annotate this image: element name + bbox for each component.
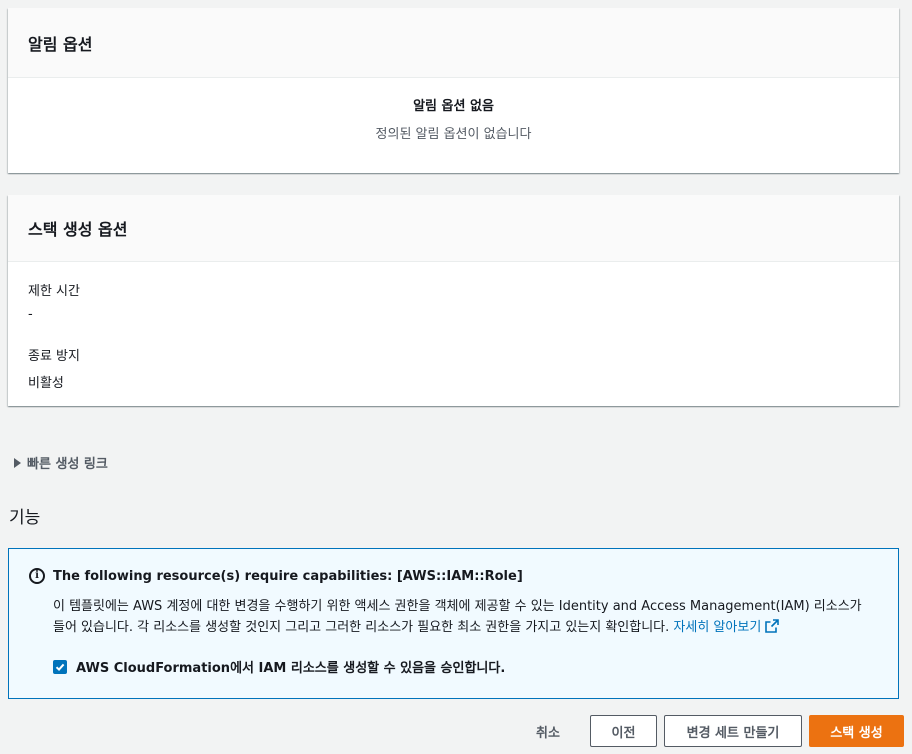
- stack-creation-options-panel: 스택 생성 옵션 제한 시간 - 종료 방지 비활성: [8, 195, 899, 406]
- stack-creation-options-title: 스택 생성 옵션: [28, 220, 128, 239]
- previous-button[interactable]: 이전: [590, 715, 657, 747]
- timeout-field: 제한 시간 -: [8, 280, 899, 322]
- notification-empty-state: 알림 옵션 없음 정의된 알림 옵션이 없습니다: [8, 78, 899, 142]
- notification-options-panel: 알림 옵션 알림 옵션 없음 정의된 알림 옵션이 없습니다: [8, 8, 899, 173]
- timeout-value: -: [28, 307, 33, 322]
- learn-more-link[interactable]: 자세히 알아보기: [673, 619, 780, 635]
- quick-create-link-label: 빠른 생성 링크: [27, 457, 108, 472]
- empty-state-description: 정의된 알림 옵션이 없습니다: [375, 127, 532, 142]
- acknowledge-checkbox[interactable]: [53, 659, 67, 674]
- quick-create-link-expander[interactable]: 빠른 생성 링크: [14, 453, 108, 472]
- create-stack-button[interactable]: 스택 생성: [809, 715, 904, 747]
- capabilities-heading: 기능: [9, 508, 41, 528]
- learn-more-label: 자세히 알아보기: [673, 620, 762, 635]
- capabilities-info-alert: i The following resource(s) require capa…: [8, 548, 899, 699]
- checkmark-icon: [55, 663, 65, 671]
- acknowledge-label[interactable]: AWS CloudFormation에서 IAM 리소스를 생성할 수 있음을 …: [76, 657, 505, 676]
- acknowledge-row: AWS CloudFormation에서 IAM 리소스를 생성할 수 있음을 …: [53, 657, 882, 676]
- empty-state-title: 알림 옵션 없음: [413, 99, 494, 114]
- capabilities-title: The following resource(s) require capabi…: [53, 568, 523, 584]
- external-link-icon: [765, 619, 780, 633]
- caret-right-icon: [14, 457, 21, 468]
- timeout-label: 제한 시간: [28, 284, 80, 299]
- termination-protection-label: 종료 방지: [28, 349, 80, 364]
- info-title-row: i The following resource(s) require capa…: [29, 568, 882, 584]
- create-change-set-button[interactable]: 변경 세트 만들기: [664, 715, 802, 747]
- cancel-button[interactable]: 취소: [522, 715, 574, 747]
- termination-protection-field: 종료 방지 비활성: [8, 345, 899, 391]
- termination-protection-value: 비활성: [28, 376, 64, 391]
- notification-options-title: 알림 옵션: [28, 34, 93, 54]
- capabilities-body: 이 템플릿에는 AWS 계정에 대한 변경을 수행하기 위한 액세스 권한을 객…: [53, 596, 873, 638]
- info-icon: i: [29, 568, 45, 584]
- notification-options-header: 알림 옵션: [8, 8, 899, 78]
- stack-creation-options-header: 스택 생성 옵션: [8, 195, 899, 262]
